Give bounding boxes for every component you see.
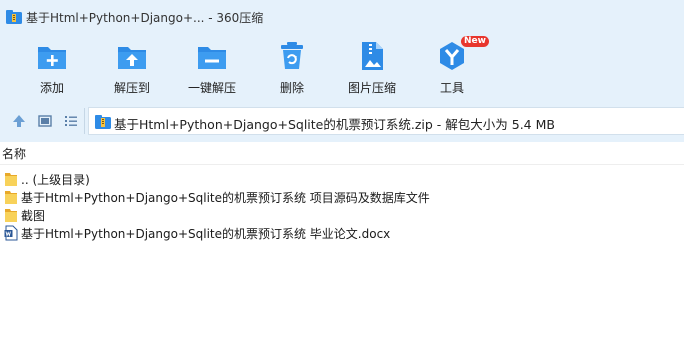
trash-icon [281, 42, 303, 69]
header-divider [0, 164, 684, 165]
extract-to-button[interactable]: 解压到 [99, 38, 165, 96]
file-list: 名称 .. (上级目录) 基于Html+Python+Django+Sqlite… [0, 142, 684, 352]
image-compress-label: 图片压缩 [347, 81, 396, 95]
one-click-extract-label: 一键解压 [187, 81, 236, 95]
folder-minus-icon [198, 47, 226, 69]
name-column-header[interactable]: 名称 [0, 145, 26, 163]
zip-archive-icon [95, 115, 111, 129]
address-bar: 基于Html+Python+Django+Sqlite的机票预订系统.zip -… [0, 100, 684, 142]
image-zip-icon [362, 42, 383, 70]
archive-app-icon [6, 10, 22, 24]
delete-label: 删除 [279, 81, 304, 95]
add-label: 添加 [39, 81, 64, 95]
list-item-screenshots-folder[interactable]: 截图 [0, 206, 684, 224]
folder-icon [5, 209, 17, 222]
delete-button[interactable]: 删除 [259, 38, 325, 96]
list-item-thesis-docx[interactable]: 基于Html+Python+Django+Sqlite的机票预订系统 毕业论文.… [0, 224, 684, 242]
path-field[interactable]: 基于Html+Python+Django+Sqlite的机票预订系统.zip -… [88, 107, 684, 135]
list-item-label: 基于Html+Python+Django+Sqlite的机票预订系统 毕业论文.… [21, 227, 391, 241]
title-bar: 基于Html+Python+Django+... - 360压缩 [0, 0, 684, 34]
folder-extract-icon [118, 47, 146, 69]
folder-icon [5, 173, 17, 186]
toolbar: 添加 解压到 一键解压 删除 图片压缩 New 工具 [0, 34, 684, 100]
new-badge: New [461, 36, 489, 47]
list-item-source-folder[interactable]: 基于Html+Python+Django+Sqlite的机票预订系统 项目源码及… [0, 188, 684, 206]
list-view-icon[interactable] [63, 113, 79, 129]
archive-path-text: 基于Html+Python+Django+Sqlite的机票预订系统.zip -… [114, 117, 555, 132]
list-item-label: .. (上级目录) [21, 173, 90, 187]
thumbnail-view-icon[interactable] [37, 113, 53, 129]
tools-label: 工具 [439, 81, 464, 95]
list-item-label: 截图 [21, 209, 46, 223]
tools-button[interactable]: New 工具 [419, 36, 489, 96]
folder-add-icon [38, 47, 66, 69]
one-click-extract-button[interactable]: 一键解压 [179, 38, 245, 96]
list-item-label: 基于Html+Python+Django+Sqlite的机票预订系统 项目源码及… [21, 191, 430, 205]
window-title: 基于Html+Python+Django+... - 360压缩 [26, 11, 264, 25]
address-separator [84, 108, 85, 134]
up-arrow-icon[interactable] [11, 113, 27, 129]
list-item-parent-dir[interactable]: .. (上级目录) [0, 170, 684, 188]
add-button[interactable]: 添加 [19, 38, 85, 96]
folder-icon [5, 191, 17, 204]
word-doc-icon [4, 225, 18, 241]
image-compress-button[interactable]: 图片压缩 [339, 38, 405, 96]
extract-to-label: 解压到 [113, 81, 150, 95]
